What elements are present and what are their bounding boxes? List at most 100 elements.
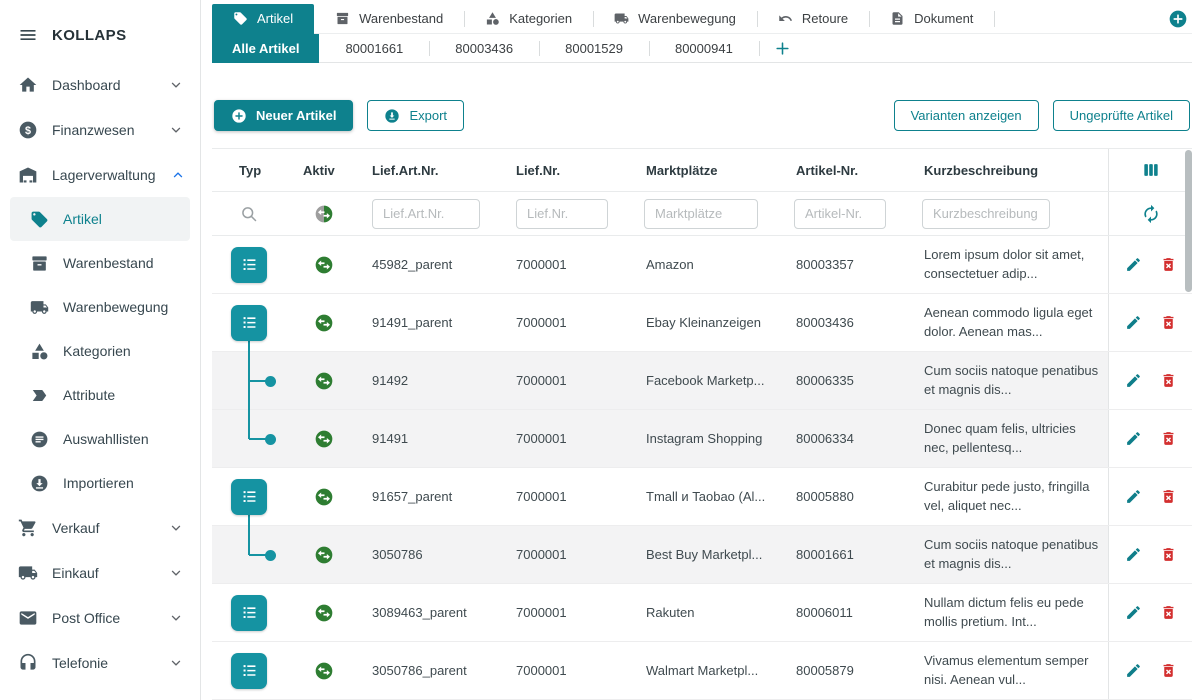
cell-kurzbeschreibung: Vivamus elementum semper nisi. Aenean vu… xyxy=(912,642,1108,699)
tree-connector xyxy=(248,341,250,352)
sidebar-item-label: Auswahllisten xyxy=(63,431,149,447)
filter-input-lief-nr[interactable] xyxy=(516,199,608,229)
delete-row-button[interactable] xyxy=(1160,314,1177,331)
edit-row-button[interactable] xyxy=(1125,488,1142,505)
unchecked-articles-button[interactable]: Ungeprüfte Artikel xyxy=(1053,100,1190,131)
sidebar-item-artikel[interactable]: Artikel xyxy=(10,197,190,241)
tab-dokument[interactable]: Dokument xyxy=(869,4,994,34)
edit-icon xyxy=(1125,314,1142,331)
delete-icon xyxy=(1160,662,1177,679)
sidebar-item-warenbestand[interactable]: Warenbestand xyxy=(0,241,200,285)
sidebar-item-warenbewegung[interactable]: Warenbewegung xyxy=(0,285,200,329)
cell-typ xyxy=(212,584,286,641)
unchecked-articles-label: Ungeprüfte Artikel xyxy=(1070,108,1173,123)
filter-input-kurzbeschreibung[interactable] xyxy=(922,199,1050,229)
edit-row-button[interactable] xyxy=(1125,314,1142,331)
column-settings-button[interactable] xyxy=(1141,160,1161,180)
delete-row-button[interactable] xyxy=(1160,604,1177,621)
kurzbeschreibung-text: Nullam dictum felis eu pede mollis preti… xyxy=(924,594,1100,632)
active-status-icon xyxy=(314,429,334,449)
table-scrollbar[interactable] xyxy=(1185,150,1192,292)
sidebar-item-label: Finanzwesen xyxy=(52,122,135,138)
new-article-button[interactable]: Neuer Artikel xyxy=(214,100,353,131)
delete-row-button[interactable] xyxy=(1160,372,1177,389)
tab-label: Kategorien xyxy=(509,11,572,26)
add-article-tab-button[interactable] xyxy=(774,40,791,57)
delete-row-button[interactable] xyxy=(1160,256,1177,273)
delete-icon xyxy=(1160,430,1177,447)
cell-actions xyxy=(1108,352,1192,409)
refresh-button[interactable] xyxy=(1141,204,1161,224)
cell-marktplatz: Walmart Marketpl... xyxy=(634,642,784,699)
tree-connector xyxy=(249,554,266,556)
article-tab-80000941[interactable]: 80000941 xyxy=(649,34,759,63)
mail-icon xyxy=(18,608,38,628)
parent-toggle-button[interactable] xyxy=(231,653,267,689)
aktiv-filter-icon[interactable] xyxy=(314,204,334,224)
table-body: 45982_parent7000001Amazon80003357Lorem i… xyxy=(212,236,1192,700)
cell-actions xyxy=(1108,236,1192,293)
sidebar-item-lagerverwaltung[interactable]: Lagerverwaltung xyxy=(0,152,200,197)
delete-row-button[interactable] xyxy=(1160,662,1177,679)
active-status-icon xyxy=(314,661,334,681)
tab-retoure[interactable]: Retoure xyxy=(757,4,869,34)
edit-row-button[interactable] xyxy=(1125,256,1142,273)
sidebar-item-telefonie[interactable]: Telefonie xyxy=(0,640,200,685)
kurzbeschreibung-text: Cum sociis natoque penatibus et magnis d… xyxy=(924,362,1100,400)
filter-input-artikel-nr[interactable] xyxy=(794,199,886,229)
sidebar-item-kategorien[interactable]: Kategorien xyxy=(0,329,200,373)
edit-row-button[interactable] xyxy=(1125,546,1142,563)
edit-row-button[interactable] xyxy=(1125,372,1142,389)
tab-artikel[interactable]: Artikel xyxy=(212,4,314,34)
edit-icon xyxy=(1125,546,1142,563)
cell-lief-nr: 7000001 xyxy=(506,236,634,293)
sidebar-item-finanzwesen[interactable]: $ Finanzwesen xyxy=(0,107,200,152)
filter-input-marktpl-tze[interactable] xyxy=(644,199,758,229)
delete-row-button[interactable] xyxy=(1160,546,1177,563)
sidebar-item-dashboard[interactable]: Dashboard xyxy=(0,62,200,107)
sidebar-item-post-office[interactable]: Post Office xyxy=(0,595,200,640)
tab-kategorien[interactable]: Kategorien xyxy=(464,4,593,34)
cell-aktiv xyxy=(286,584,362,641)
search-icon[interactable] xyxy=(239,204,259,224)
article-tab-80003436[interactable]: 80003436 xyxy=(429,34,539,63)
sidebar-item-importieren[interactable]: Importieren xyxy=(0,461,200,505)
show-variants-button[interactable]: Varianten anzeigen xyxy=(894,100,1039,131)
tab-warenbestand[interactable]: Warenbestand xyxy=(314,4,464,34)
delete-row-button[interactable] xyxy=(1160,430,1177,447)
filter-input-lief-art-nr[interactable] xyxy=(372,199,480,229)
cell-lief-art-nr: 3089463_parent xyxy=(362,584,506,641)
svg-text:$: $ xyxy=(25,124,31,136)
export-button[interactable]: Export xyxy=(367,100,464,131)
tree-node-dot xyxy=(265,550,276,561)
cell-lief-nr: 7000001 xyxy=(506,410,634,467)
parent-toggle-button[interactable] xyxy=(231,595,267,631)
article-tab-alle-artikel[interactable]: Alle Artikel xyxy=(212,34,319,63)
article-tab-80001661[interactable]: 80001661 xyxy=(319,34,429,63)
active-status-icon xyxy=(314,255,334,275)
article-tab-80001529[interactable]: 80001529 xyxy=(539,34,649,63)
column-header-lief-art-nr: Lief.Art.Nr. xyxy=(362,149,506,191)
sidebar-item-auswahllisten[interactable]: Auswahllisten xyxy=(0,417,200,461)
parent-toggle-button[interactable] xyxy=(231,479,267,515)
sidebar-item-einkauf[interactable]: Einkauf xyxy=(0,550,200,595)
parent-toggle-button[interactable] xyxy=(231,305,267,341)
sidebar-item-label: Attribute xyxy=(63,387,115,403)
edit-row-button[interactable] xyxy=(1125,430,1142,447)
parent-toggle-button[interactable] xyxy=(231,247,267,283)
sidebar-item-verkauf[interactable]: Verkauf xyxy=(0,505,200,550)
box-icon xyxy=(335,11,350,26)
delete-row-button[interactable] xyxy=(1160,488,1177,505)
menu-icon[interactable] xyxy=(18,25,38,45)
cell-aktiv xyxy=(286,236,362,293)
cell-lief-nr: 7000001 xyxy=(506,468,634,525)
sidebar-item-attribute[interactable]: Attribute xyxy=(0,373,200,417)
tab-warenbewegung[interactable]: Warenbewegung xyxy=(593,4,757,34)
column-header-actions xyxy=(1108,149,1192,191)
cell-lief-art-nr: 91491 xyxy=(362,410,506,467)
edit-row-button[interactable] xyxy=(1125,604,1142,621)
sidebar-item-label: Importieren xyxy=(63,475,134,491)
edit-row-button[interactable] xyxy=(1125,662,1142,679)
edit-icon xyxy=(1125,256,1142,273)
add-module-tab-button[interactable] xyxy=(1168,9,1188,29)
